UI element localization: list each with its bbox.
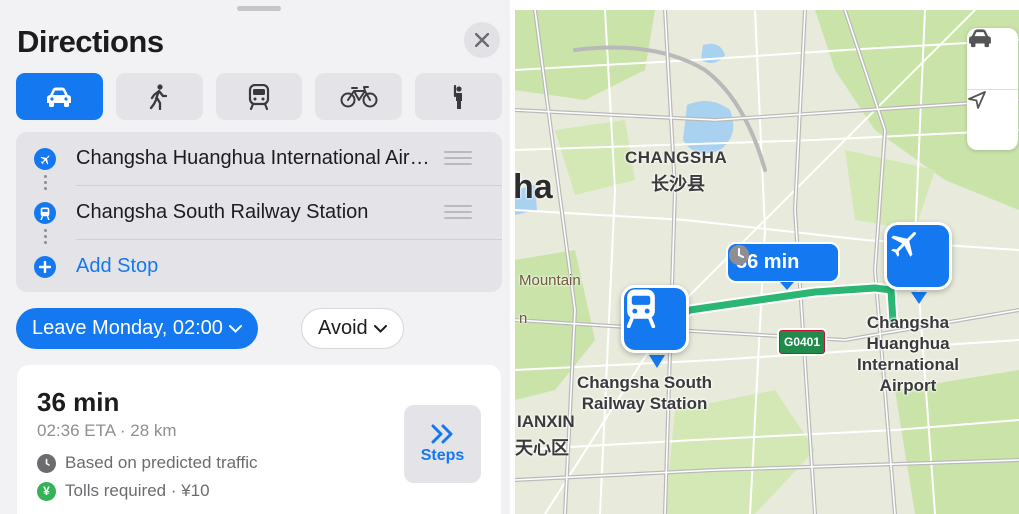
- clock-icon: [729, 245, 749, 265]
- route-duration-callout[interactable]: 36 min: [726, 242, 840, 290]
- route-duration: 36 min: [37, 387, 120, 417]
- tab-cycle[interactable]: [315, 73, 403, 120]
- district-label-zh: 天心区: [515, 438, 569, 458]
- add-stop-button[interactable]: Add Stop: [16, 240, 502, 293]
- partial-small-label: n: [519, 310, 528, 327]
- tolls-note-text: Tolls required · ¥10: [65, 481, 210, 500]
- route-summary-card[interactable]: 36 min 02:36 ETA · 28 km Based on predic…: [17, 365, 501, 514]
- steps-label: Steps: [420, 446, 465, 464]
- leave-time-label: Leave Monday, 02:00: [32, 317, 223, 339]
- add-stop-label: Add Stop: [76, 255, 159, 277]
- tab-drive[interactable]: [16, 73, 103, 120]
- stop-origin-label: Changsha Huanghua International Airport: [76, 147, 438, 169]
- airplane-icon: [34, 148, 56, 170]
- partial-city-label: ha: [515, 168, 553, 206]
- stop-origin[interactable]: Changsha Huanghua International Airport: [16, 132, 502, 185]
- destination-pin[interactable]: [621, 285, 689, 353]
- directions-panel: Directions Changsha Huanghua Internation…: [0, 0, 510, 514]
- traffic-note: Based on predicted traffic: [37, 453, 257, 473]
- highway-shield: G0401: [777, 328, 827, 356]
- close-button[interactable]: [464, 22, 500, 58]
- location-arrow-icon: [968, 91, 986, 109]
- train-icon: [248, 83, 270, 110]
- yen-icon: ¥: [37, 481, 56, 501]
- traffic-note-text: Based on predicted traffic: [65, 453, 258, 472]
- airplane-icon: [891, 231, 917, 257]
- chevron-down-icon: [228, 324, 242, 333]
- callout-tail: [780, 282, 794, 290]
- close-icon: [475, 33, 489, 47]
- bicycle-icon: [340, 85, 378, 107]
- city-label-en: CHANGSHA: [625, 148, 728, 167]
- transport-mode-tabs: [16, 73, 502, 120]
- location-button[interactable]: [967, 90, 1018, 151]
- tab-walk[interactable]: [115, 73, 203, 120]
- tolls-note: ¥ Tolls required · ¥10: [37, 481, 210, 501]
- double-chevron-right-icon: [431, 424, 452, 443]
- steps-button[interactable]: Steps: [404, 405, 481, 483]
- car-icon: [969, 29, 991, 48]
- origin-label: Changsha Huanghua International Airport: [857, 313, 960, 395]
- train-icon: [626, 289, 656, 328]
- origin-pin[interactable]: [884, 222, 952, 290]
- train-icon: [34, 202, 56, 224]
- destination-label: Changsha South Railway Station: [577, 373, 713, 413]
- avoid-button[interactable]: Avoid: [301, 308, 404, 349]
- stop-destination-label: Changsha South Railway Station: [76, 201, 369, 223]
- leave-time-button[interactable]: Leave Monday, 02:00: [16, 308, 258, 349]
- tab-ride[interactable]: [415, 73, 502, 120]
- sheet-grabber[interactable]: [237, 6, 281, 11]
- map-view[interactable]: CHANGSHA 长沙县 ha Mountain n IANXIN 天心区 G0…: [515, 10, 1019, 514]
- page-title: Directions: [17, 24, 164, 59]
- city-label-zh: 长沙县: [651, 174, 705, 194]
- route-stops-list: Changsha Huanghua International Airport …: [16, 132, 502, 292]
- plus-icon: [34, 256, 56, 278]
- chevron-down-icon: [373, 324, 387, 333]
- district-label-en: IANXIN: [517, 412, 575, 431]
- map-controls: [967, 28, 1018, 150]
- map-mode-button[interactable]: [967, 28, 1018, 89]
- car-icon: [47, 87, 72, 107]
- tab-transit[interactable]: [215, 73, 303, 120]
- route-eta-distance: 02:36 ETA · 28 km: [37, 421, 177, 440]
- hailing-person-icon: [453, 84, 462, 109]
- reorder-handle-icon[interactable]: [444, 205, 472, 223]
- walking-person-icon: [150, 83, 168, 110]
- stop-destination[interactable]: Changsha South Railway Station: [16, 186, 502, 239]
- clock-icon: [37, 453, 56, 473]
- reorder-handle-icon[interactable]: [444, 151, 472, 169]
- avoid-label: Avoid: [318, 317, 368, 339]
- mountain-label: Mountain: [519, 272, 581, 289]
